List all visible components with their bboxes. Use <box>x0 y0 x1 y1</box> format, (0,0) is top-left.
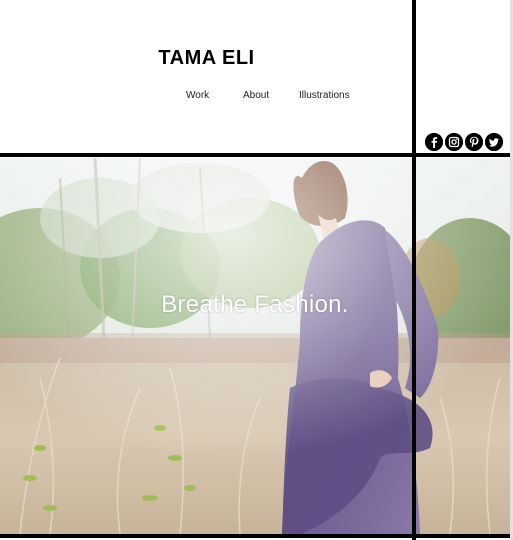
hero-photo <box>0 158 513 534</box>
facebook-icon[interactable] <box>425 133 443 151</box>
pinterest-icon[interactable] <box>465 133 483 151</box>
twitter-icon[interactable] <box>485 133 503 151</box>
divider-vertical <box>412 0 416 540</box>
hero-image: Breathe Fashion. <box>0 158 513 534</box>
main-nav: Work About Illustrations <box>0 90 413 104</box>
divider-horizontal-top <box>0 153 513 157</box>
nav-item-about[interactable]: About <box>243 90 269 101</box>
divider-horizontal-bottom <box>0 534 513 538</box>
nav-item-illustrations[interactable]: Illustrations <box>299 90 350 101</box>
instagram-icon[interactable] <box>445 133 463 151</box>
hero-tagline: Breathe Fashion. <box>161 291 349 318</box>
page: TAMA ELI Work About Illustrations Breath… <box>0 0 513 540</box>
site-title[interactable]: TAMA ELI <box>0 47 413 70</box>
nav-item-work[interactable]: Work <box>186 90 209 101</box>
